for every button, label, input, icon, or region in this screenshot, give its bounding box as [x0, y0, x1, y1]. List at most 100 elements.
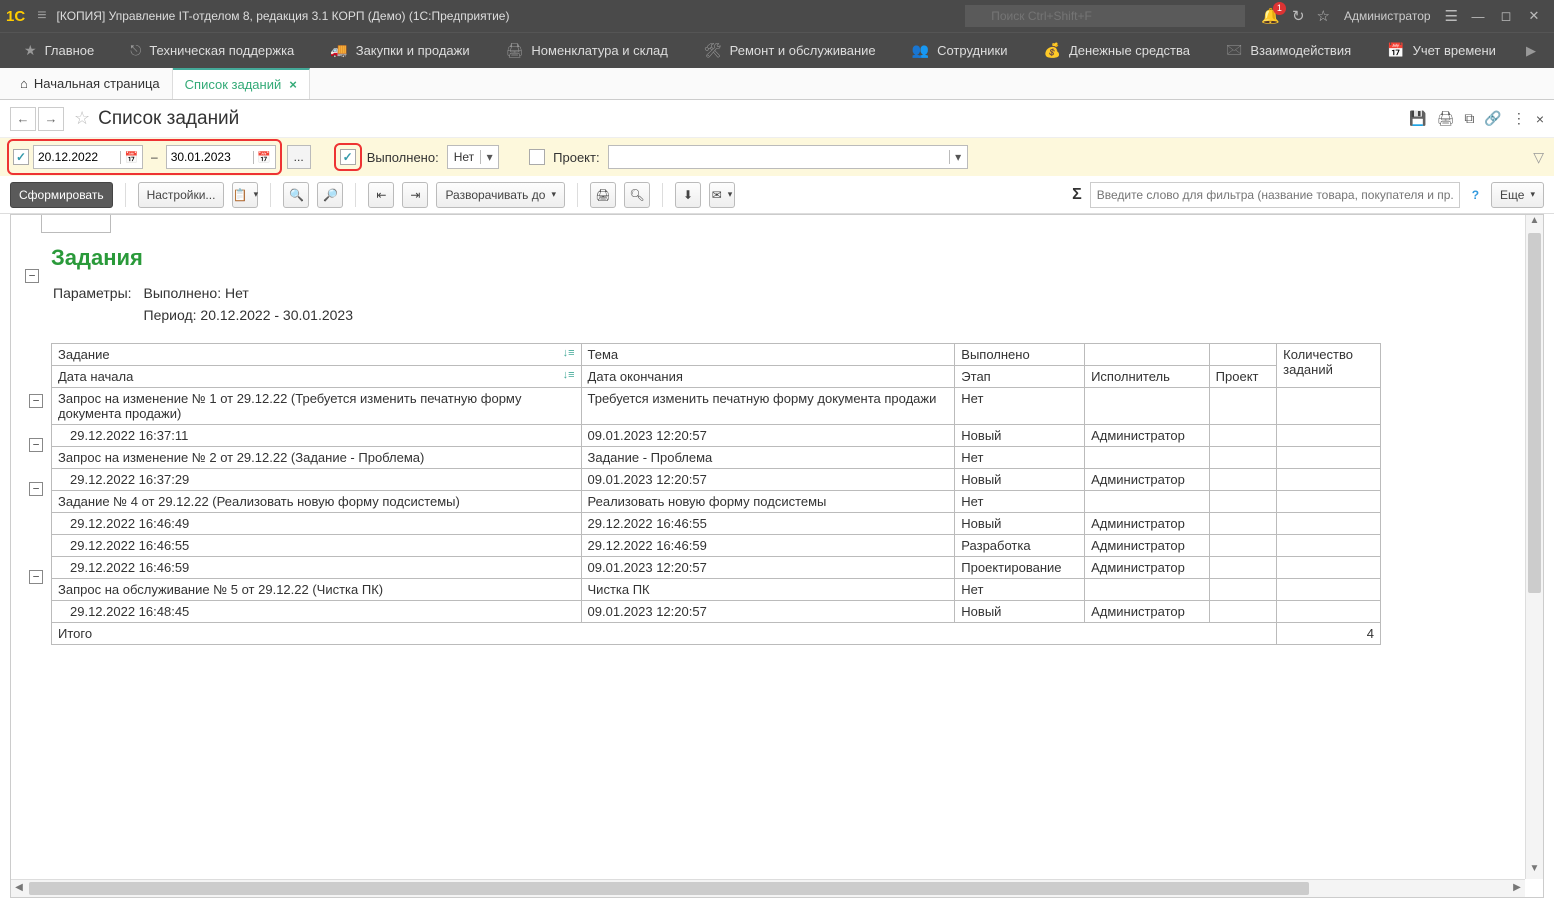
cell: Нет [955, 388, 1085, 425]
preview-button[interactable]: 🔍︎ [624, 182, 650, 208]
generate-button[interactable]: Сформировать [10, 182, 113, 208]
tree-collapse-icon[interactable]: − [29, 482, 43, 496]
send-button[interactable]: ✉▾ [709, 182, 735, 208]
hamburger-icon[interactable]: ≡ [37, 7, 46, 25]
date-to-input[interactable] [167, 150, 253, 164]
collapse-button[interactable]: ⇤ [368, 182, 394, 208]
group-row[interactable]: Запрос на изменение № 2 от 29.12.22 (Зад… [52, 447, 1381, 469]
menu-money[interactable]: 💰Денежные средства [1026, 33, 1209, 68]
date-from-input[interactable] [34, 150, 120, 164]
menu-purchases[interactable]: 🚚Закупки и продажи [312, 33, 487, 68]
detail-row[interactable]: 29.12.2022 16:48:4509.01.2023 12:20:57Но… [52, 601, 1381, 623]
col-stage[interactable]: Этап [955, 366, 1085, 388]
group-row[interactable]: Запрос на обслуживание № 5 от 29.12.22 (… [52, 579, 1381, 601]
user-label[interactable]: Администратор [1344, 9, 1431, 23]
checkbox-project[interactable]: ✓ [529, 149, 545, 165]
link-icon[interactable]: 🔗 [1484, 110, 1501, 127]
save-button[interactable]: ⬇ [675, 182, 701, 208]
open-new-icon[interactable]: ⧉ [1464, 110, 1474, 127]
col-task[interactable]: Задание↓≡ [52, 344, 582, 366]
more-button[interactable]: Еще▾ [1491, 182, 1544, 208]
tab-task-list[interactable]: Список заданий× [173, 68, 310, 99]
scroll-up-icon[interactable]: ▲ [1526, 215, 1543, 231]
minimize-button[interactable]: — [1464, 9, 1492, 24]
tree-collapse-icon[interactable]: − [29, 570, 43, 584]
kebab-icon[interactable]: ⋮ [1512, 110, 1526, 127]
col-start[interactable]: Дата начала↓≡ [52, 366, 582, 388]
menu-stock[interactable]: 🖨Номенклатура и склад [488, 33, 686, 68]
filter-input[interactable] [1090, 182, 1460, 208]
star-icon[interactable]: ☆ [1317, 7, 1330, 25]
filter-icon[interactable]: ▽ [1533, 149, 1544, 166]
print-button[interactable]: 🖨 [590, 182, 616, 208]
favorite-icon[interactable]: ☆ [74, 108, 90, 129]
global-search-input[interactable] [965, 5, 1245, 27]
menu-timetrack[interactable]: 📅Учет времени [1369, 33, 1514, 68]
period-picker-button[interactable]: ... [287, 145, 311, 169]
col-count[interactable]: Количество заданий [1277, 344, 1381, 388]
group-row[interactable]: Запрос на изменение № 1 от 29.12.22 (Тре… [52, 388, 1381, 425]
project-combo[interactable]: ▾ [608, 145, 968, 169]
chevron-down-icon[interactable]: ▾ [949, 150, 967, 164]
sigma-icon[interactable]: Σ [1072, 186, 1082, 204]
checkbox-done[interactable]: ✓ [340, 149, 356, 165]
scroll-down-icon[interactable]: ▼ [1526, 863, 1543, 879]
find-next-button[interactable]: 🔎 [317, 182, 343, 208]
tree-collapse-icon[interactable]: − [29, 438, 43, 452]
panel-icon[interactable]: ☰ [1445, 7, 1458, 25]
tree-collapse-icon[interactable]: − [29, 394, 43, 408]
tab-home[interactable]: ⌂Начальная страница [8, 68, 173, 99]
cell: Новый [955, 601, 1085, 623]
detail-row[interactable]: 29.12.2022 16:37:1109.01.2023 12:20:57Но… [52, 425, 1381, 447]
detail-row[interactable]: 29.12.2022 16:46:4929.12.2022 16:46:55Но… [52, 513, 1381, 535]
done-combo[interactable]: Нет ▾ [447, 145, 499, 169]
help-button[interactable]: ? [1468, 188, 1483, 202]
detail-row[interactable]: 29.12.2022 16:37:2909.01.2023 12:20:57Но… [52, 469, 1381, 491]
scroll-right-icon[interactable]: ▶ [1509, 880, 1525, 897]
detail-row[interactable]: 29.12.2022 16:46:5529.12.2022 16:46:59Ра… [52, 535, 1381, 557]
variants-button[interactable]: 📋▾ [232, 182, 258, 208]
menu-support[interactable]: ⎋Техническая поддержка [112, 33, 312, 68]
date-to-field[interactable]: 📅 [166, 145, 276, 169]
col-performer[interactable]: Исполнитель [1085, 366, 1210, 388]
group-row[interactable]: Задание № 4 от 29.12.22 (Реализовать нов… [52, 491, 1381, 513]
date-from-field[interactable]: 📅 [33, 145, 143, 169]
chevron-down-icon[interactable]: ▾ [480, 150, 498, 164]
calendar-icon[interactable]: 📅 [253, 151, 275, 164]
close-page-icon[interactable]: × [1536, 111, 1544, 127]
menu-main[interactable]: ★Главное [6, 33, 112, 68]
settings-button[interactable]: Настройки... [138, 182, 225, 208]
calendar-icon[interactable]: 📅 [120, 151, 142, 164]
menu-employees[interactable]: 👥Сотрудники [894, 33, 1026, 68]
menu-interactions[interactable]: 🖂Взаимодействия [1208, 33, 1369, 68]
col-end[interactable]: Дата окончания [581, 366, 955, 388]
tree-collapse-icon[interactable]: − [25, 269, 39, 283]
maximize-button[interactable]: ◻ [1492, 8, 1520, 24]
menu-scroll-right[interactable]: ▶ [1514, 43, 1548, 59]
report-title: Задания [51, 245, 1503, 271]
history-icon[interactable]: ↻ [1292, 7, 1305, 25]
col-done[interactable]: Выполнено [955, 344, 1085, 366]
cell: Требуется изменить печатную форму докуме… [581, 388, 955, 425]
save-report-icon[interactable]: 💾 [1409, 110, 1426, 127]
col-project[interactable]: Проект [1209, 366, 1276, 388]
scroll-left-icon[interactable]: ◀ [11, 880, 27, 897]
menu-repair[interactable]: 🛠Ремонт и обслуживание [686, 33, 894, 68]
scroll-thumb[interactable] [29, 882, 1309, 895]
nav-forward-button[interactable]: → [38, 107, 64, 131]
find-button[interactable]: 🔍 [283, 182, 309, 208]
tab-close-icon[interactable]: × [289, 77, 297, 92]
col-topic[interactable]: Тема [581, 344, 955, 366]
checkbox-period[interactable]: ✓ [13, 149, 29, 165]
vertical-scrollbar[interactable]: ▲ ▼ [1525, 215, 1543, 879]
print-icon[interactable]: 🖨 [1437, 110, 1455, 127]
detail-row[interactable]: 29.12.2022 16:46:5909.01.2023 12:20:57Пр… [52, 557, 1381, 579]
expand-button[interactable]: ⇥ [402, 182, 428, 208]
horizontal-scrollbar[interactable]: ◀ ▶ [11, 879, 1525, 897]
bell-icon[interactable]: 🔔1 [1261, 7, 1280, 25]
scroll-thumb[interactable] [1528, 233, 1541, 593]
close-window-button[interactable]: ✕ [1520, 8, 1548, 24]
nav-back-button[interactable]: ← [10, 107, 36, 131]
expand-to-button[interactable]: Разворачивать до▾ [436, 182, 565, 208]
cell: Администратор [1085, 469, 1210, 491]
